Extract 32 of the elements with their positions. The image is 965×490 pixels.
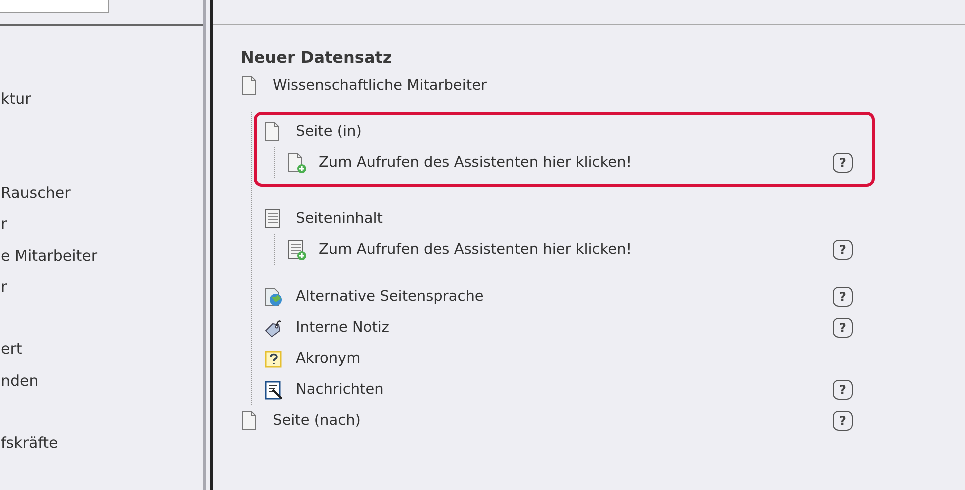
- notepad-icon: [264, 380, 284, 400]
- help-icon[interactable]: ?: [833, 152, 853, 172]
- help-icon[interactable]: ?: [833, 410, 853, 430]
- tree-item[interactable]: Wissenschaftliche Mitarbeiter: [273, 78, 853, 94]
- tag-icon: [264, 318, 284, 338]
- tree-item[interactable]: Nachrichten: [296, 382, 833, 398]
- sidebar-item[interactable]: nden: [1, 366, 39, 397]
- page-add-icon: [287, 152, 307, 172]
- tree-item[interactable]: Seiteninhalt: [296, 210, 853, 226]
- tree-item[interactable]: Alternative Seitensprache: [296, 288, 833, 304]
- sidebar-item[interactable]: r: [1, 272, 8, 303]
- sidebar-item[interactable]: ert: [1, 334, 22, 366]
- tree-item[interactable]: Interne Notiz: [296, 320, 833, 336]
- help-icon[interactable]: ?: [833, 318, 853, 338]
- sidebar-item[interactable]: r: [1, 209, 8, 240]
- tree-item[interactable]: Zum Aufrufen des Assistenten hier klicken!: [319, 154, 833, 170]
- sidebar-item[interactable]: ktur: [1, 84, 32, 115]
- sidebar-item[interactable]: fskräfte: [1, 428, 58, 460]
- panel-title: Neuer Datensatz: [241, 47, 394, 69]
- tree-item[interactable]: Seite (in): [296, 124, 853, 140]
- sidebar-item[interactable]: Rauscher: [1, 178, 71, 209]
- tree-item[interactable]: Zum Aufrufen des Assistenten hier klicken!: [319, 242, 833, 258]
- input-field[interactable]: [0, 0, 109, 13]
- help-icon[interactable]: ?: [833, 380, 853, 400]
- help-icon[interactable]: ?: [833, 286, 853, 306]
- tree-item[interactable]: Akronym: [296, 350, 853, 366]
- help-icon[interactable]: ?: [833, 240, 853, 260]
- globe-icon: [264, 286, 284, 306]
- tree-item[interactable]: Seite (nach): [273, 412, 833, 428]
- content-add-icon: [287, 240, 307, 260]
- sidebar-item[interactable]: e Mitarbeiter: [1, 240, 98, 272]
- acronym-icon: [264, 348, 284, 368]
